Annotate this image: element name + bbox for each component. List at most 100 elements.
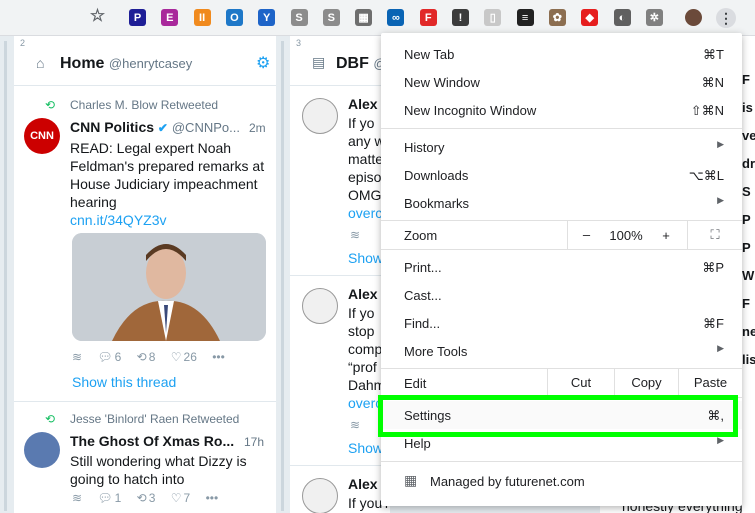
retweet-icon: ⟲ [45,98,56,112]
menu-print[interactable]: Print... ⌘P [381,253,742,281]
menu-new-window[interactable]: New Window ⌘N [381,68,742,96]
menu-shortcut: ⌘F [703,316,724,331]
copy-button[interactable]: Copy [614,369,678,397]
filter-settings-icon[interactable]: ⚙ [256,53,270,73]
tweet[interactable]: Alex If you're like me and went to [290,466,390,513]
tweet[interactable]: ⟲ Charles M. Blow Retweeted CNN CNN Poli… [14,86,276,402]
avatar[interactable] [24,432,60,468]
moon-icon[interactable]: ◐ [613,9,631,26]
menu-label: Edit [404,376,427,391]
chart-icon[interactable]: ▦ [355,9,373,26]
stack-icon[interactable]: ≋ [72,350,82,364]
menu-shortcut: ⌘P [702,260,724,275]
reply-count: 6 [114,350,122,364]
menu-new-incognito-window[interactable]: New Incognito Window ⇧⌘N [381,96,742,124]
stack-icon[interactable]: ≋ [350,418,360,432]
menu-cast[interactable]: Cast... [381,281,742,309]
author-handle[interactable]: @CNNPo... [172,120,240,135]
menu-more-tools[interactable]: More Tools ▶ [381,337,742,365]
pause-icon[interactable]: II [193,9,211,26]
menu-label: Bookmarks [404,196,470,211]
avatar[interactable] [302,288,338,324]
tweet[interactable]: ⟲ Jesse 'Binlord' Raen Retweeted The Gho… [14,402,276,513]
tweet-fragment: ne [742,324,755,339]
menu-history[interactable]: History ▶ [381,133,742,161]
tweet-link[interactable]: cnn.it/34QYZ3v [70,211,270,229]
chrome-menu-button[interactable]: ⋮ [716,8,736,28]
show-thread-link[interactable]: Show [348,440,383,456]
cut-button[interactable]: Cut [547,369,614,397]
retweet-action-icon[interactable]: ⟲ [137,491,147,505]
cookie-icon[interactable]: ✿ [548,9,566,26]
s-icon[interactable]: S [290,9,308,26]
like-icon[interactable]: ♡ [171,491,182,505]
flipboard-icon[interactable]: F [419,9,437,26]
link-icon[interactable]: ∞ [387,9,405,26]
author-name[interactable]: Alex [348,286,378,302]
tag-icon[interactable]: ◆ [581,9,599,26]
zoom-in-button[interactable]: + [647,228,685,243]
s2-icon[interactable]: S [322,9,340,26]
reply-icon[interactable]: 💬︎ [97,491,112,505]
like-icon[interactable]: ♡ [171,350,182,364]
zoom-out-button[interactable]: – [567,221,605,249]
fullscreen-icon[interactable]: ⛶ [687,221,742,249]
retweet-count: 8 [148,350,156,364]
tweet-time[interactable]: 2m [249,121,266,135]
tweet[interactable]: Alex If yo stop comp “prof Dahm overc ≋ … [290,276,390,466]
menu-separator [381,128,742,129]
ring-icon[interactable]: O [225,9,243,26]
stack-icon[interactable]: ≋ [350,228,360,242]
tweet[interactable]: Alex If yo any w matte episo OMG overc ≋… [290,86,390,276]
y-icon[interactable]: Y [258,9,276,26]
tweet-time[interactable]: 17h [244,435,264,449]
menu-label: Managed by futurenet.com [430,474,585,489]
author-name[interactable]: CNN Politics [70,119,154,135]
paste-button[interactable]: Paste [678,369,742,397]
menu-shortcut: ⇧⌘N [690,103,724,118]
tweet-fragment: P [742,240,751,255]
column-number: 3 [296,38,302,48]
buffer-icon[interactable]: ≡ [516,9,534,26]
more-icon[interactable]: ••• [206,491,219,505]
gear-icon[interactable]: ✲ [645,9,663,26]
info-icon[interactable]: ! [452,9,469,26]
avatar[interactable] [302,98,338,134]
tweet-image[interactable] [72,233,266,341]
tweet-actions: ≋ 💬︎ 6 ⟲ 8 ♡ 26 ••• [72,350,237,364]
show-thread-link[interactable]: Show [348,250,383,266]
list-icon: ▤ [312,54,326,70]
tweet-actions: ≋ 💬︎ 1 ⟲ 3 ♡ 7 ••• [72,491,230,505]
doc-icon[interactable]: ▯ [484,9,502,26]
e-icon[interactable]: E [161,9,179,26]
stack-icon[interactable]: ≋ [72,491,82,505]
reply-count: 1 [114,491,122,505]
menu-managed-by[interactable]: ▦ Managed by futurenet.com [381,467,742,495]
retweet-action-icon[interactable]: ⟲ [137,350,147,364]
profile-avatar[interactable] [685,9,702,26]
menu-label: New Tab [404,47,455,62]
retweet-icon: ⟲ [45,412,56,426]
column-header: 2 ⌂ Home @henrytcasey ⚙ [14,36,276,86]
column-gutter [276,36,290,513]
bookmark-star-icon[interactable]: ☆ [89,6,106,25]
building-icon: ▦ [404,472,418,488]
reply-icon[interactable]: 💬︎ [97,350,112,364]
menu-new-tab[interactable]: New Tab ⌘T [381,40,742,68]
author-name[interactable]: Alex [348,476,378,492]
avatar[interactable]: CNN [24,118,60,154]
avatar[interactable] [302,478,338,513]
dbf-column: 3 ▤ DBF @ Alex If yo any w matte episo O… [290,36,390,513]
author-name[interactable]: The Ghost Of Xmas Ro... [70,433,234,449]
tweet-fragment: is [742,100,753,115]
home-icon: ⌂ [36,55,45,71]
more-icon[interactable]: ••• [212,350,225,364]
menu-separator [381,461,742,462]
p-icon[interactable]: P [129,9,146,26]
author-name[interactable]: Alex [348,96,378,112]
show-thread-link[interactable]: Show this thread [72,374,176,390]
menu-label: New Incognito Window [404,103,537,118]
menu-find[interactable]: Find... ⌘F [381,309,742,337]
menu-downloads[interactable]: Downloads ⌥⌘L [381,161,742,189]
menu-bookmarks[interactable]: Bookmarks ▶ [381,189,742,217]
